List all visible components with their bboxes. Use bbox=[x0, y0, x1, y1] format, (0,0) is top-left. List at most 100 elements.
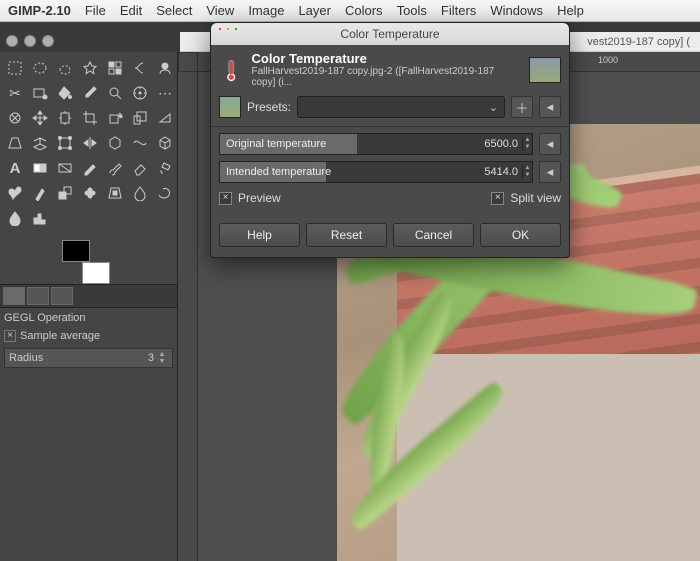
clone-tool[interactable] bbox=[53, 181, 77, 205]
fuzzy-select-tool[interactable] bbox=[78, 56, 102, 80]
preview-checkbox[interactable]: × bbox=[219, 192, 232, 205]
original-temperature-reset[interactable]: ◂ bbox=[539, 133, 561, 155]
color-temperature-dialog: Color Temperature Color Temperature Fall… bbox=[210, 22, 570, 258]
blur-tool[interactable] bbox=[128, 181, 152, 205]
bucket-fill-tool[interactable] bbox=[53, 81, 77, 105]
original-temperature-slider[interactable]: Original temperature 6500.0 ▲▼ bbox=[219, 133, 533, 155]
perspective-tool[interactable] bbox=[3, 131, 27, 155]
rotate-tool[interactable] bbox=[103, 106, 127, 130]
fgbg-colors[interactable] bbox=[62, 240, 110, 284]
paths-tool[interactable] bbox=[28, 81, 52, 105]
crop-tool[interactable]: ✂ bbox=[3, 81, 27, 105]
app-name[interactable]: GIMP-2.10 bbox=[8, 3, 71, 18]
airbrush-tool[interactable] bbox=[153, 156, 177, 180]
heal-tool[interactable] bbox=[78, 181, 102, 205]
zoom-tool[interactable] bbox=[103, 81, 127, 105]
blend-tool[interactable] bbox=[53, 156, 77, 180]
menu-select[interactable]: Select bbox=[156, 3, 192, 18]
dialog-min[interactable] bbox=[227, 28, 229, 30]
zoom-dot[interactable] bbox=[42, 35, 54, 47]
intended-temperature-value: 5414.0 bbox=[484, 166, 522, 178]
help-button[interactable]: Help bbox=[219, 223, 300, 247]
menu-image[interactable]: Image bbox=[248, 3, 284, 18]
toolbox-panel: ✂ ⋯ A bbox=[0, 52, 178, 561]
ruler-vertical[interactable] bbox=[178, 72, 198, 561]
pencil-tool[interactable] bbox=[78, 156, 102, 180]
fg-color[interactable] bbox=[62, 240, 90, 262]
rect-select-tool[interactable] bbox=[3, 56, 27, 80]
ink-tool[interactable] bbox=[28, 181, 52, 205]
bg-color[interactable] bbox=[82, 262, 110, 284]
preset-menu-button[interactable]: ◂ bbox=[539, 96, 561, 118]
color-picker-tool[interactable] bbox=[78, 81, 102, 105]
menu-windows[interactable]: Windows bbox=[490, 3, 543, 18]
cube-tool[interactable] bbox=[153, 131, 177, 155]
eraser-tool[interactable] bbox=[128, 156, 152, 180]
tab-tool-options[interactable] bbox=[3, 287, 25, 305]
tab-images[interactable] bbox=[51, 287, 73, 305]
handle-transform-tool[interactable] bbox=[53, 131, 77, 155]
dialog-titlebar[interactable]: Color Temperature bbox=[211, 23, 569, 45]
scale-tool[interactable] bbox=[128, 106, 152, 130]
extra-tool-2[interactable] bbox=[78, 206, 102, 230]
thermometer-icon bbox=[219, 57, 243, 83]
free-select-tool[interactable] bbox=[53, 56, 77, 80]
mypaint-tool[interactable] bbox=[3, 181, 27, 205]
scissors-select-tool[interactable] bbox=[128, 56, 152, 80]
reset-button[interactable]: Reset bbox=[306, 223, 387, 247]
ruler-origin[interactable] bbox=[178, 52, 198, 72]
dialog-thumbnail[interactable] bbox=[529, 57, 561, 83]
menu-file[interactable]: File bbox=[85, 3, 106, 18]
menu-help[interactable]: Help bbox=[557, 3, 584, 18]
crop2-tool[interactable] bbox=[78, 106, 102, 130]
by-color-select-tool[interactable] bbox=[103, 56, 127, 80]
measure-tool[interactable] bbox=[128, 81, 152, 105]
smudge-tool[interactable] bbox=[153, 181, 177, 205]
foreground-select-tool[interactable] bbox=[153, 56, 177, 80]
presets-dropdown[interactable]: ⌄ bbox=[297, 96, 505, 118]
transform3d-tool[interactable] bbox=[28, 131, 52, 155]
min-dot[interactable] bbox=[24, 35, 36, 47]
intended-temperature-slider[interactable]: Intended temperature 5414.0 ▲▼ bbox=[219, 161, 533, 183]
gegl-tool[interactable]: ⋯ bbox=[153, 81, 177, 105]
paintbrush-tool[interactable] bbox=[103, 156, 127, 180]
radius-field[interactable]: Radius 3 ▲▼ bbox=[4, 348, 173, 368]
cage-tool[interactable] bbox=[103, 131, 127, 155]
close-dot[interactable] bbox=[6, 35, 18, 47]
original-temperature-label: Original temperature bbox=[220, 138, 326, 150]
warp-tool[interactable] bbox=[128, 131, 152, 155]
menu-view[interactable]: View bbox=[206, 3, 234, 18]
menu-tools[interactable]: Tools bbox=[397, 3, 427, 18]
gradient-tool[interactable] bbox=[28, 156, 52, 180]
menu-colors[interactable]: Colors bbox=[345, 3, 383, 18]
dialog-zoom[interactable] bbox=[235, 28, 237, 30]
intended-temperature-spinner[interactable]: ▲▼ bbox=[522, 165, 532, 179]
dialog-close[interactable] bbox=[219, 28, 221, 30]
unified-transform-tool[interactable] bbox=[53, 106, 77, 130]
dialog-body: Original temperature 6500.0 ▲▼ ◂ Intende… bbox=[211, 126, 569, 215]
move-tool[interactable] bbox=[28, 106, 52, 130]
dodge-tool[interactable] bbox=[3, 206, 27, 230]
flip-tool[interactable] bbox=[78, 131, 102, 155]
menu-edit[interactable]: Edit bbox=[120, 3, 142, 18]
chevron-down-icon: ⌄ bbox=[489, 101, 498, 114]
levels-tool[interactable] bbox=[28, 206, 52, 230]
ellipse-select-tool[interactable] bbox=[28, 56, 52, 80]
radius-spinner[interactable]: ▲▼ bbox=[156, 351, 168, 365]
tab-device[interactable] bbox=[27, 287, 49, 305]
extra-tool-1[interactable] bbox=[53, 206, 77, 230]
add-preset-button[interactable]: ＋ bbox=[511, 96, 533, 118]
align-tool[interactable] bbox=[3, 106, 27, 130]
text-tool[interactable]: A bbox=[3, 156, 27, 180]
intended-temperature-reset[interactable]: ◂ bbox=[539, 161, 561, 183]
shear-tool[interactable] bbox=[153, 106, 177, 130]
cancel-button[interactable]: Cancel bbox=[393, 223, 474, 247]
perspective-clone-tool[interactable] bbox=[103, 181, 127, 205]
original-temperature-spinner[interactable]: ▲▼ bbox=[522, 137, 532, 151]
menu-layer[interactable]: Layer bbox=[298, 3, 331, 18]
menu-filters[interactable]: Filters bbox=[441, 3, 476, 18]
target-thumb[interactable] bbox=[219, 96, 241, 118]
split-view-checkbox[interactable]: × bbox=[491, 192, 504, 205]
sample-average-checkbox[interactable]: × bbox=[4, 330, 16, 342]
ok-button[interactable]: OK bbox=[480, 223, 561, 247]
